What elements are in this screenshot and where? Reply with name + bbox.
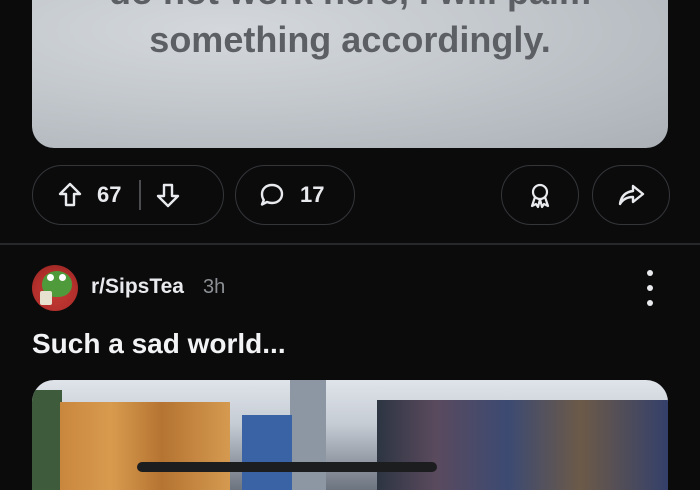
arrow-up-icon[interactable] bbox=[57, 181, 83, 209]
blue-display bbox=[242, 415, 292, 490]
comments-button[interactable]: 17 bbox=[235, 165, 355, 225]
more-vertical-icon[interactable] bbox=[640, 270, 660, 306]
subreddit-name[interactable]: r/SipsTea bbox=[91, 275, 184, 299]
frog-avatar-icon[interactable] bbox=[32, 265, 78, 311]
post-title[interactable]: Such a sad world... bbox=[32, 328, 286, 360]
vote-divider bbox=[139, 180, 141, 210]
shelf-left bbox=[32, 390, 62, 490]
post-image[interactable] bbox=[32, 380, 668, 490]
vote-pill: 67 bbox=[32, 165, 224, 225]
aisle-shelves bbox=[377, 400, 668, 490]
snack-bags bbox=[60, 402, 230, 490]
previous-post-image[interactable]: do not work here, I will palm something … bbox=[32, 0, 668, 148]
meme-text-line-1: do not work here, I will palm bbox=[32, 0, 668, 16]
award-button[interactable] bbox=[501, 165, 579, 225]
share-icon bbox=[616, 181, 646, 209]
cart-handle bbox=[137, 462, 437, 472]
comment-bubble-icon bbox=[258, 181, 286, 209]
upvote-count: 67 bbox=[97, 182, 122, 207]
award-icon bbox=[525, 180, 555, 210]
post-time: 3h bbox=[203, 276, 226, 298]
comment-count: 17 bbox=[300, 182, 325, 207]
arrow-down-icon[interactable] bbox=[155, 181, 181, 209]
post-separator bbox=[0, 243, 700, 245]
pillar bbox=[290, 380, 326, 490]
post-action-bar: 67 17 bbox=[0, 165, 700, 227]
share-button[interactable] bbox=[592, 165, 670, 225]
meme-text: do not work here, I will palm something … bbox=[32, 0, 668, 64]
meme-text-line-2: something accordingly. bbox=[149, 19, 551, 60]
